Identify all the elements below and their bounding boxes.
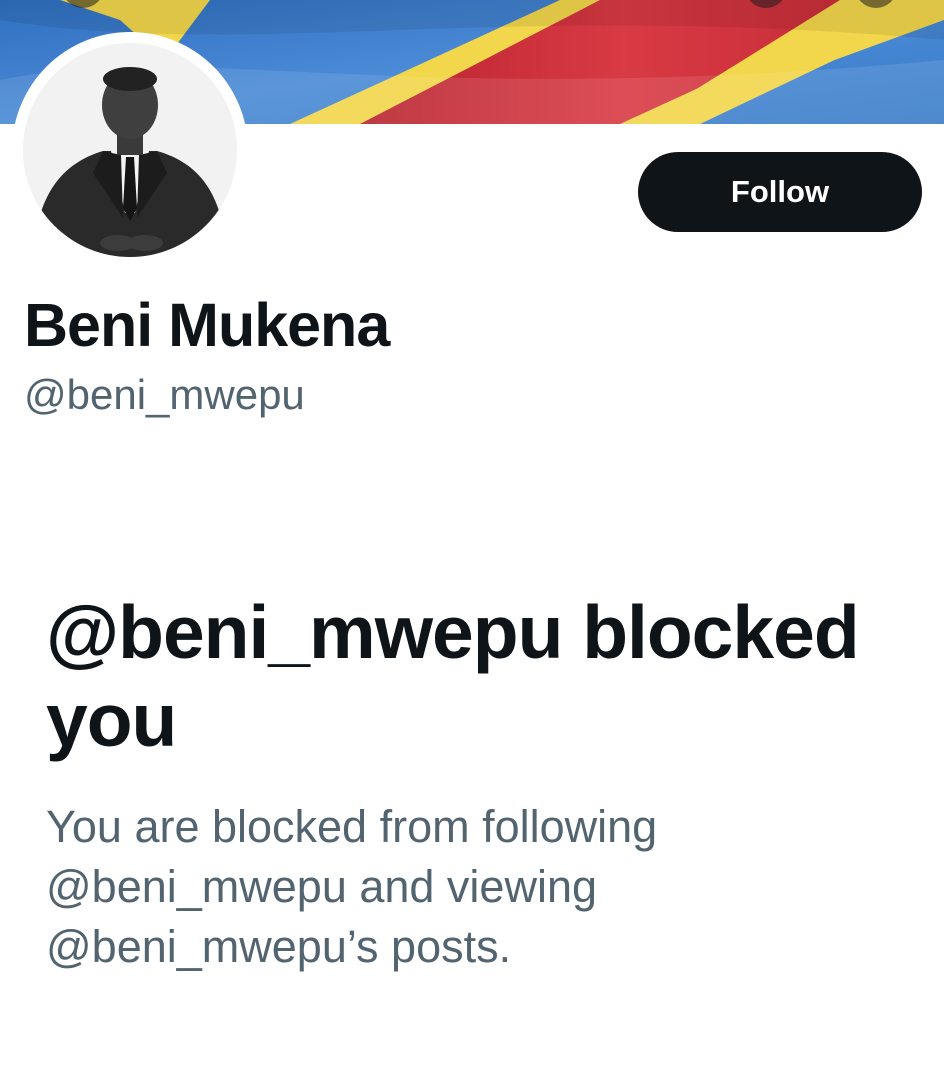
display-name: Beni Mukena xyxy=(24,291,390,359)
avatar[interactable] xyxy=(23,43,237,257)
blocked-description: You are blocked from following @beni_mwe… xyxy=(46,801,658,972)
blocked-title: @beni_mwepu blocked you xyxy=(46,590,860,762)
follow-button[interactable]: Follow xyxy=(638,152,922,232)
profile-photo-image xyxy=(23,43,237,257)
profile-handle: @beni_mwepu xyxy=(24,371,305,418)
